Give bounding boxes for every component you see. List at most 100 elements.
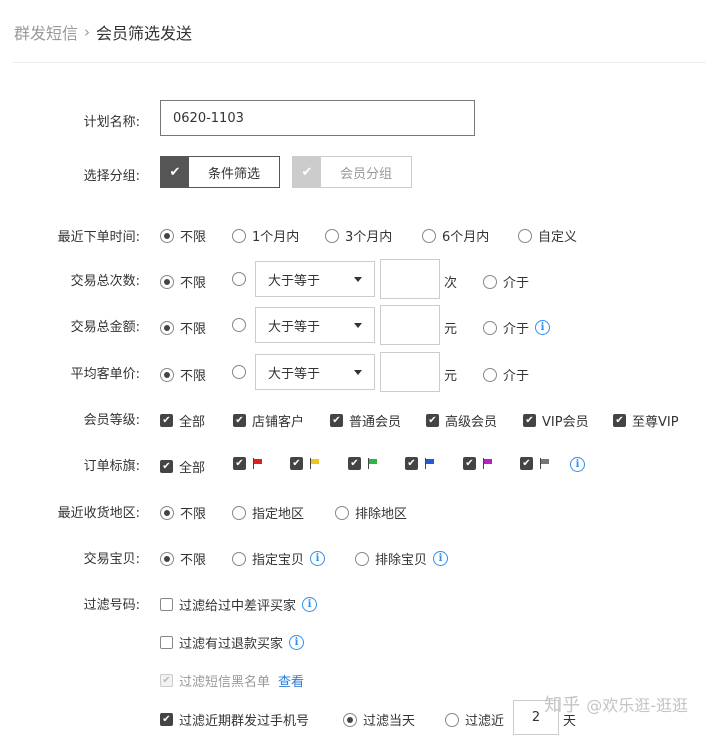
filter-bad-review-checkbox[interactable]: 过滤给过中差评买家 i (160, 595, 318, 614)
trade-amount-between[interactable]: 介于 i (483, 318, 551, 337)
recent-region-unlimited[interactable]: 不限 (160, 503, 206, 522)
filter-recent-days-radio[interactable]: 过滤近 (445, 710, 504, 729)
trade-amount-custom-radio[interactable] (232, 318, 252, 332)
order-flag-yellow[interactable]: ✔ (290, 457, 321, 470)
trade-item-excluded[interactable]: 排除宝贝 i (355, 549, 449, 568)
recent-order-option-unlimited[interactable]: 不限 (160, 226, 206, 245)
order-flag-red[interactable]: ✔ (233, 457, 264, 470)
trade-amount-operator-select[interactable]: 大于等于 (255, 307, 375, 343)
check-icon: ✔ (161, 157, 189, 187)
member-group-button[interactable]: ✔ 会员分组 (292, 156, 412, 188)
member-level-vip[interactable]: ✔ VIP会员 (523, 411, 589, 430)
checkbox-icon (160, 598, 173, 611)
trade-amount-input[interactable] (380, 305, 440, 345)
member-level-advanced[interactable]: ✔ 高级会员 (426, 411, 497, 430)
member-level-all[interactable]: ✔ 全部 (160, 411, 205, 430)
option-label: 过滤给过中差评买家 (179, 599, 297, 614)
condition-filter-button[interactable]: ✔ 条件筛选 (160, 156, 280, 188)
radio-icon (232, 505, 246, 520)
caret-down-icon (354, 276, 362, 282)
member-level-normal[interactable]: ✔ 普通会员 (330, 411, 401, 430)
trade-amount-unlimited[interactable]: 不限 (160, 318, 206, 337)
checkbox-checked-icon: ✔ (348, 457, 361, 470)
green-flag-icon (367, 458, 379, 469)
trade-item-specified[interactable]: 指定宝贝 i (232, 549, 326, 568)
page-title: 会员筛选发送 (96, 24, 193, 43)
info-icon[interactable]: i (570, 457, 585, 472)
plan-name-value: 0620-1103 (173, 110, 244, 126)
member-level-label: 会员等级: (83, 413, 140, 428)
breadcrumb-parent[interactable]: 群发短信 (14, 20, 78, 44)
radio-icon (483, 367, 497, 382)
option-label: 3个月内 (345, 230, 393, 245)
checkbox-checked-icon: ✔ (160, 414, 173, 427)
avg-price-custom-radio[interactable] (232, 365, 252, 379)
view-blacklist-link[interactable]: 查看 (278, 671, 304, 690)
trade-count-input[interactable] (380, 259, 440, 299)
recent-order-option-1m[interactable]: 1个月内 (232, 226, 299, 245)
option-label: 高级会员 (445, 415, 498, 430)
avg-price-unlimited[interactable]: 不限 (160, 365, 206, 384)
member-level-supreme-vip[interactable]: ✔ 至尊VIP (613, 411, 679, 430)
checkbox-checked-icon: ✔ (290, 457, 303, 470)
option-label: 过滤近 (465, 714, 505, 729)
watermark: 知乎 @欢乐逛-逛逛 (544, 691, 688, 717)
avg-price-input[interactable] (380, 352, 440, 392)
recent-order-option-custom[interactable]: 自定义 (518, 226, 577, 245)
plan-name-input[interactable]: 0620-1103 (160, 100, 475, 136)
avg-price-between[interactable]: 介于 (483, 365, 529, 384)
trade-count-label: 交易总次数: (70, 274, 140, 289)
option-label: 排除地区 (355, 507, 408, 522)
radio-icon (232, 551, 246, 566)
member-level-shop-customer[interactable]: ✔ 店铺客户 (233, 411, 304, 430)
order-flag-green[interactable]: ✔ (348, 457, 379, 470)
caret-down-icon (354, 369, 362, 375)
option-label: 1个月内 (252, 230, 300, 245)
condition-filter-label: 条件筛选 (207, 166, 260, 182)
option-label: 不限 (180, 230, 207, 245)
option-label: 自定义 (538, 230, 578, 245)
checkbox-checked-icon: ✔ (463, 457, 476, 470)
check-icon: ✔ (293, 157, 321, 187)
zhihu-logo: 知乎 (544, 695, 581, 716)
avg-price-label: 平均客单价: (70, 367, 140, 382)
member-group-label: 会员分组 (339, 166, 392, 182)
recent-region-specified[interactable]: 指定地区 (232, 503, 304, 522)
checkbox-checked-disabled-icon: ✔ (160, 674, 173, 687)
info-icon[interactable]: i (302, 597, 318, 612)
recent-order-option-6m[interactable]: 6个月内 (422, 226, 489, 245)
trade-count-unlimited[interactable]: 不限 (160, 272, 206, 291)
order-flag-all[interactable]: ✔ 全部 (160, 457, 205, 476)
filter-today-radio[interactable]: 过滤当天 (343, 710, 415, 729)
trade-count-operator-select[interactable]: 大于等于 (255, 261, 375, 297)
checkbox-checked-icon: ✔ (330, 414, 343, 427)
checkbox-checked-icon: ✔ (160, 713, 173, 726)
blue-flag-icon (424, 458, 436, 469)
recent-order-option-3m[interactable]: 3个月内 (325, 226, 392, 245)
select-value: 大于等于 (268, 319, 321, 335)
info-icon[interactable]: i (433, 551, 449, 566)
caret-down-icon (354, 322, 362, 328)
radio-icon (422, 228, 436, 243)
info-icon[interactable]: i (289, 635, 305, 650)
info-icon[interactable]: i (535, 320, 551, 335)
option-label: 不限 (180, 322, 207, 337)
avg-price-operator-select[interactable]: 大于等于 (255, 354, 375, 390)
filter-recent-sent-checkbox[interactable]: ✔ 过滤近期群发过手机号 (160, 710, 309, 729)
recent-region-excluded[interactable]: 排除地区 (335, 503, 407, 522)
gray-flag-icon (539, 458, 551, 469)
option-label: 普通会员 (349, 415, 402, 430)
order-flag-blue[interactable]: ✔ (405, 457, 436, 470)
order-flag-label: 订单标旗: (83, 459, 140, 474)
trade-count-custom-radio[interactable] (232, 272, 252, 286)
yellow-flag-icon (309, 458, 321, 469)
radio-icon (232, 365, 246, 379)
info-icon[interactable]: i (310, 551, 326, 566)
order-flag-gray[interactable]: ✔ (520, 457, 551, 470)
order-flag-purple[interactable]: ✔ (463, 457, 494, 470)
trade-count-between[interactable]: 介于 (483, 272, 529, 291)
filter-refund-checkbox[interactable]: 过滤有过退款买家 i (160, 633, 305, 652)
option-label: 不限 (180, 507, 207, 522)
trade-item-unlimited[interactable]: 不限 (160, 549, 206, 568)
select-value: 大于等于 (268, 273, 321, 289)
